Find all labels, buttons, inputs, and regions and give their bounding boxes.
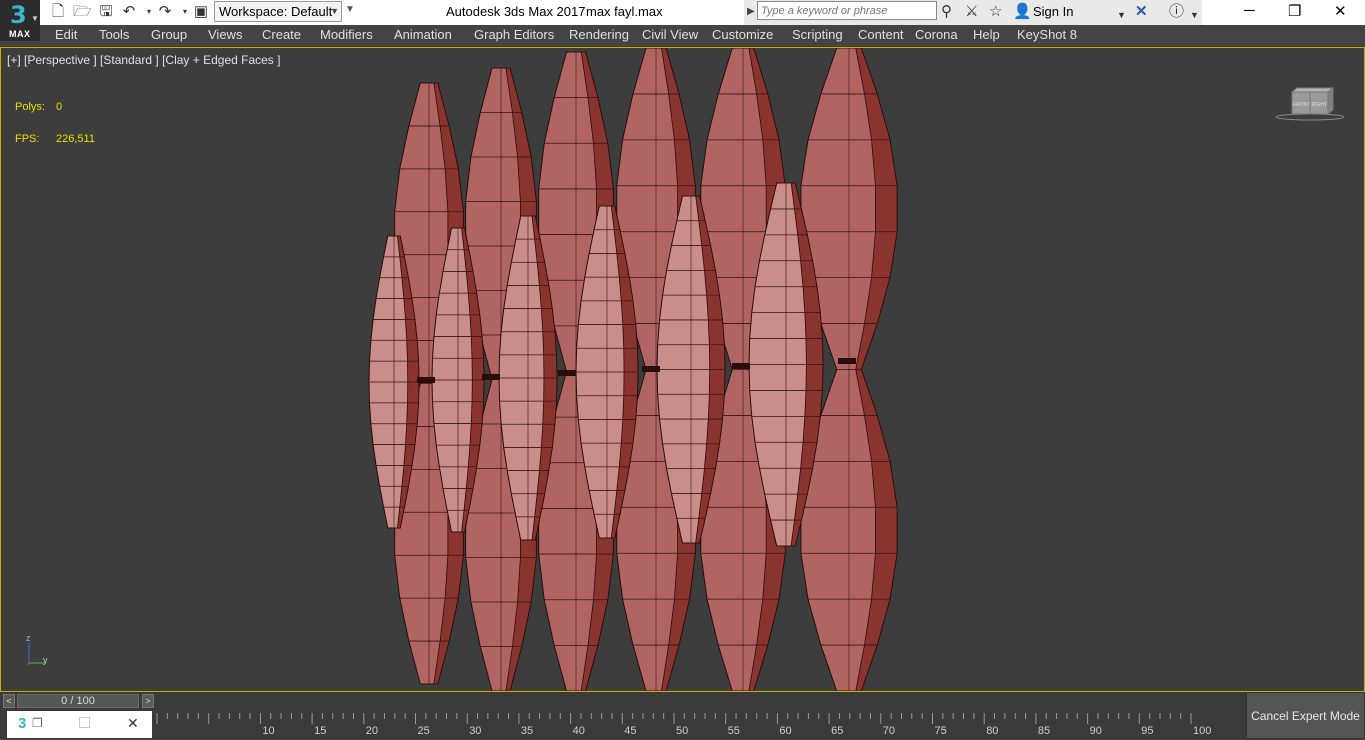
mini-logo-icon[interactable]: 3 [18, 715, 26, 732]
scene-model [368, 48, 898, 691]
redo-icon[interactable]: ↷ [156, 3, 174, 21]
sign-in-button[interactable]: Sign In [1033, 4, 1073, 19]
time-slider[interactable]: 0 / 100 [17, 694, 139, 708]
app-logo-sub: MAX [9, 29, 31, 39]
time-slider-bar: < 0 / 100 > [0, 692, 1246, 710]
communication-icon[interactable]: ⚔ [965, 3, 978, 21]
infocenter: ▶ ⚲ ⚔ ☆ 👤 Sign In ▼ ✕ ⓘ ▼ [744, 0, 1202, 25]
axis-y-label: y [43, 655, 48, 665]
chevron-right-icon[interactable]: ▶ [747, 6, 755, 17]
menu-animation[interactable]: Animation [394, 27, 452, 42]
ruler-tick-label: 70 [883, 725, 895, 737]
key-filter-icon[interactable] [79, 717, 90, 728]
chevron-down-icon[interactable]: ▼ [1117, 6, 1126, 24]
user-icon[interactable]: 👤 [1013, 3, 1032, 21]
menu-customize[interactable]: Customize [712, 27, 773, 42]
restore-icon[interactable]: ❐ [1288, 2, 1301, 20]
menu-create[interactable]: Create [262, 27, 301, 42]
axis-tripod: z y [26, 633, 48, 666]
fps-value: 226,511 [56, 133, 95, 145]
time-prev-button[interactable]: < [3, 694, 15, 708]
ruler-tick-label: 25 [418, 725, 430, 737]
slat-joint [838, 358, 856, 364]
chevron-down-icon: ▼ [31, 14, 39, 23]
menu-edit[interactable]: Edit [55, 27, 77, 42]
app-logo-button[interactable]: 3 MAX ▼ [0, 0, 40, 41]
menu-views[interactable]: Views [208, 27, 242, 42]
menu-help[interactable]: Help [973, 27, 1000, 42]
minimize-icon[interactable]: ─ [1244, 2, 1255, 19]
viewport-label[interactable]: [+] [Perspective ] [Standard ] [Clay + E… [7, 53, 280, 67]
close-icon[interactable]: ✕ [1334, 2, 1347, 20]
slat-joint [642, 366, 660, 372]
slat-joint [482, 374, 500, 380]
project-folder-icon[interactable]: ▣ [192, 3, 210, 21]
trackbar: 3 ❐ ✕ 10 15 20 25 30 35 40 45 50 55 60 65 70 75 80 85 90… [0, 710, 1246, 739]
polys-label: Polys: [15, 101, 45, 113]
app-logo-text: 3 [10, 1, 27, 29]
ruler-tick-label: 55 [728, 725, 740, 737]
save-icon[interactable]: 🖫 [97, 3, 115, 21]
chevron-down-icon[interactable]: ▼ [1190, 6, 1199, 24]
time-next-button[interactable]: > [142, 694, 154, 708]
ruler-tick-label: 85 [1038, 725, 1050, 737]
workspace-dropdown[interactable]: Workspace: Default ▼ [214, 1, 342, 22]
search-input[interactable] [757, 1, 937, 20]
ruler-tick-label: 90 [1090, 725, 1102, 737]
ruler-tick-label: 10 [262, 725, 274, 737]
menu-civil-view[interactable]: Civil View [642, 27, 698, 42]
menu-content[interactable]: Content [858, 27, 904, 42]
polys-value: 0 [56, 101, 63, 113]
ruler-tick-label: 35 [521, 725, 533, 737]
ruler-tick-label: 80 [986, 725, 998, 737]
favorites-star-icon[interactable]: ☆ [989, 3, 1002, 21]
undo-icon[interactable]: ↶ [120, 3, 138, 21]
ruler-tick-label: 50 [676, 725, 688, 737]
viewcube[interactable]: FRONT RIGHT [1275, 86, 1345, 122]
menu-rendering[interactable]: Rendering [569, 27, 629, 42]
menu-modifiers[interactable]: Modifiers [320, 27, 373, 42]
close-icon[interactable]: ✕ [127, 715, 139, 732]
menu-bar: Edit Tools Group Views Create Modifiers … [0, 25, 1365, 47]
perspective-viewport[interactable]: [+] [Perspective ] [Standard ] [Clay + E… [0, 47, 1365, 692]
fps-label: FPS: [15, 133, 40, 145]
binoculars-icon[interactable]: ⚲ [941, 3, 952, 21]
file-name: max fayl.max [586, 4, 663, 19]
ruler-tick-label: 95 [1141, 725, 1153, 737]
ruler-tick-label: 45 [624, 725, 636, 737]
ruler-tick-label: 60 [779, 725, 791, 737]
ruler-tick-label: 15 [314, 725, 326, 737]
slat-joint [417, 377, 435, 383]
workspace-label: Workspace: Default [219, 4, 333, 19]
ruler-tick-label: 20 [366, 725, 378, 737]
track-toolbox: 3 ❐ ✕ [7, 711, 152, 738]
title-bar: 3 MAX ▼ 🗋 🗁 🖫 ↶ ▾ ↷ ▾ ▣ Workspace: Defau… [0, 0, 1365, 41]
menu-graph-editors[interactable]: Graph Editors [474, 27, 554, 42]
ruler-tick-label: 100 [1193, 725, 1211, 737]
slat-joint [558, 370, 576, 376]
customize-toolbar-icon[interactable]: ▼ [345, 4, 355, 15]
ruler-tick-label: 75 [935, 725, 947, 737]
ruler-tick-label: 40 [573, 725, 585, 737]
viewcube-text: FRONT RIGHT [1293, 102, 1327, 108]
help-icon[interactable]: ⓘ [1169, 3, 1184, 21]
app-title: Autodesk 3ds Max 2017 [446, 4, 586, 19]
menu-keyshot[interactable]: KeyShot 8 [1017, 27, 1077, 42]
menu-tools[interactable]: Tools [99, 27, 129, 42]
cancel-expert-mode-button[interactable]: Cancel Expert Mode [1246, 692, 1365, 739]
axis-z-label: z [26, 633, 31, 643]
window-copy-icon[interactable]: ❐ [32, 716, 43, 730]
menu-group[interactable]: Group [151, 27, 187, 42]
timeline-ruler[interactable]: 10 15 20 25 30 35 40 45 50 55 60 65 70 75 80 85 90 95 100 [155, 710, 1245, 739]
ruler-tick-label: 30 [469, 725, 481, 737]
exchange-apps-icon[interactable]: ✕ [1135, 3, 1148, 21]
slat-joint [732, 363, 750, 369]
ruler-tick-label: 65 [831, 725, 843, 737]
menu-corona[interactable]: Corona [915, 27, 958, 42]
menu-scripting[interactable]: Scripting [792, 27, 843, 42]
new-file-icon[interactable]: 🗋 [49, 3, 67, 21]
chevron-down-icon: ▼ [330, 6, 339, 16]
open-folder-icon[interactable]: 🗁 [73, 3, 92, 21]
